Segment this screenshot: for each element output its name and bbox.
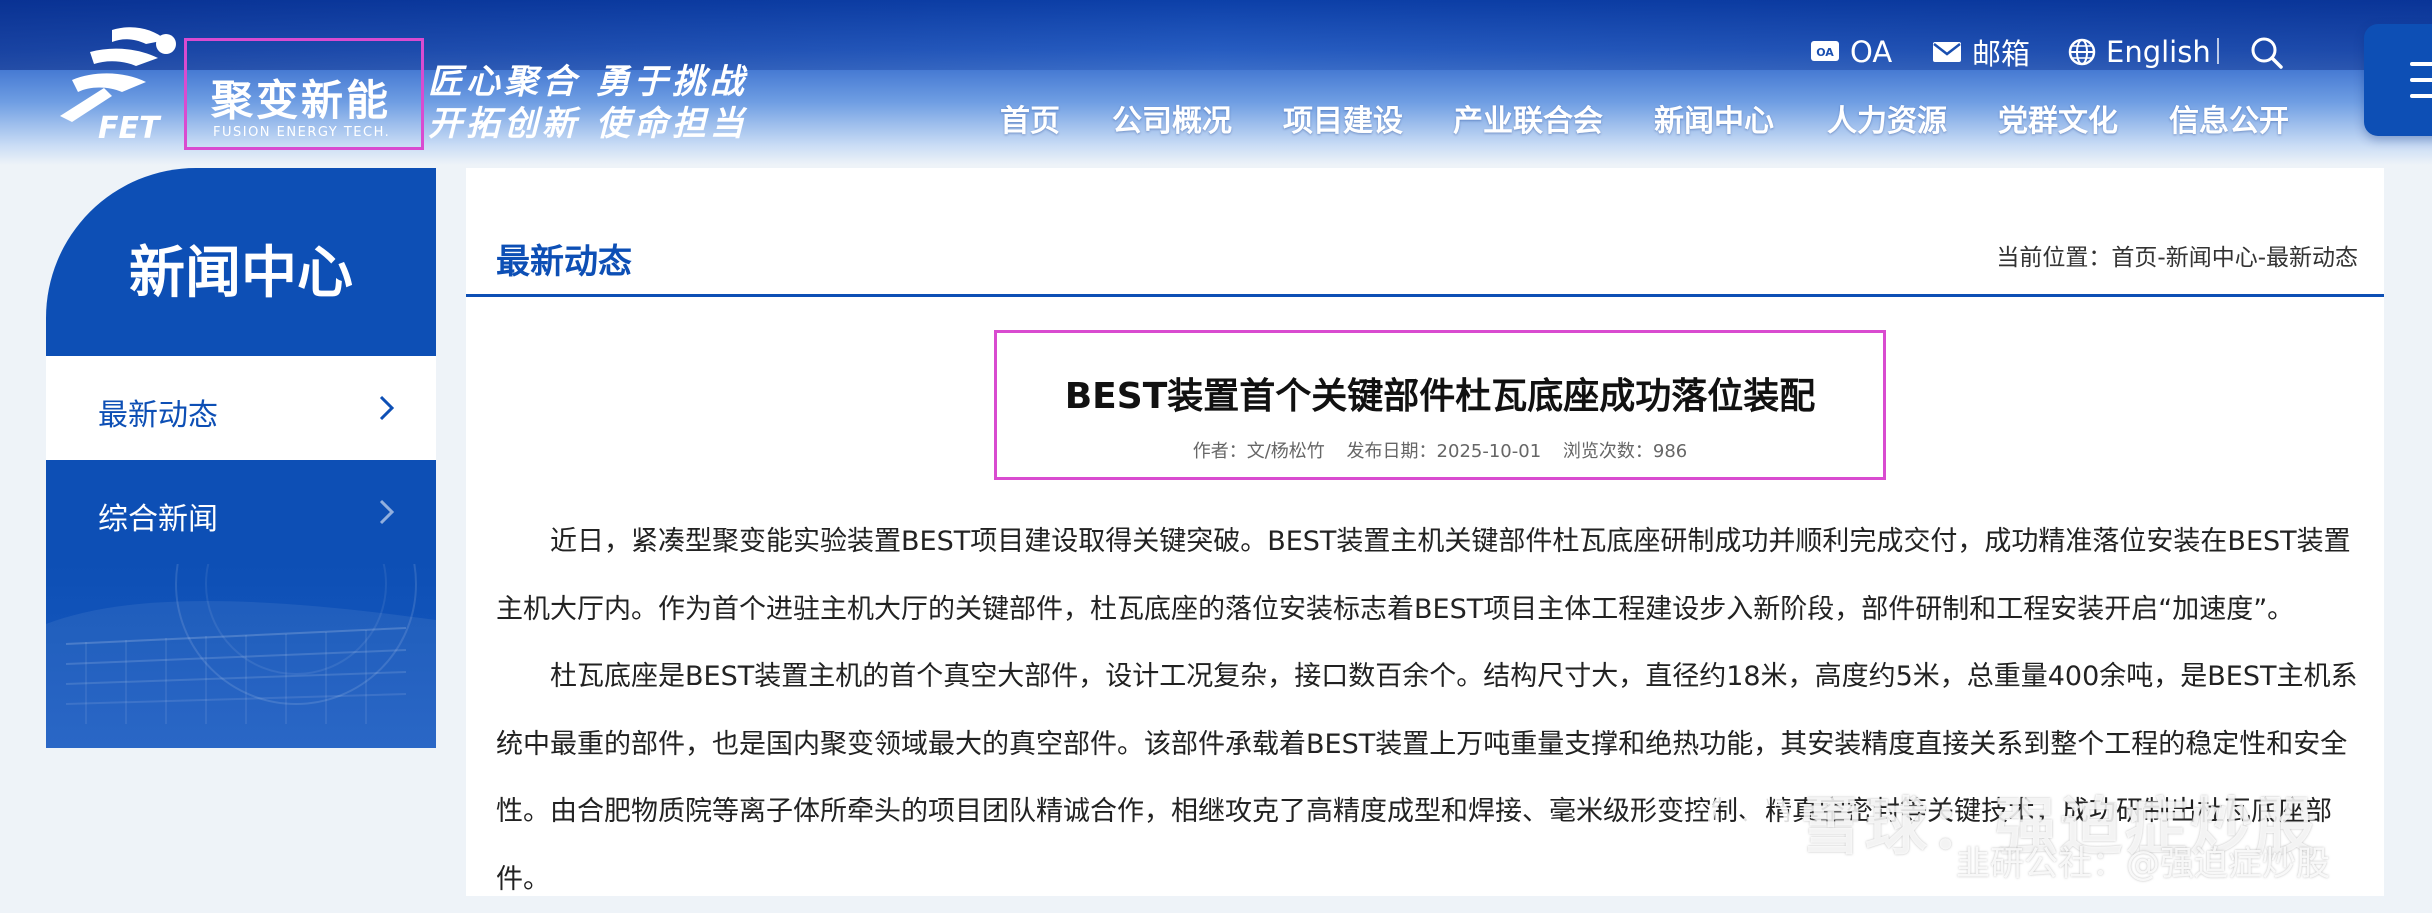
menu-icon-bar	[2410, 62, 2432, 66]
english-link[interactable]: English	[2068, 30, 2211, 74]
building-illustration-icon	[46, 564, 436, 748]
util-divider	[2217, 38, 2219, 64]
nav-item-home[interactable]: 首页	[1000, 96, 1060, 140]
breadcrumb: 当前位置：首页-新闻中心-最新动态	[1996, 245, 2358, 271]
site-header: FET 聚变新能 FUSION ENERGY TECH. 匠心聚合 勇于挑战 开…	[0, 0, 2432, 165]
logo-english-name: FUSION ENERGY TECH.	[213, 125, 391, 140]
sidebar-title: 新闻中心	[129, 241, 353, 306]
article-paragraph: 近日，紧凑型聚变能实验装置BEST项目建设取得关键突破。BEST装置主机关键部件…	[496, 526, 2351, 625]
nav-item-company[interactable]: 公司概况	[1112, 96, 1232, 140]
svg-text:OA: OA	[1816, 46, 1834, 59]
nav-item-hr[interactable]: 人力资源	[1827, 96, 1947, 140]
mail-label: 邮箱	[1972, 37, 2031, 71]
oa-link[interactable]: OA OA	[1810, 30, 1892, 74]
fet-logo-icon[interactable]: FET	[42, 22, 192, 142]
nav-item-party[interactable]: 党群文化	[1998, 96, 2118, 140]
article-meta: 作者：文/杨松竹 发布日期：2025-10-01 浏览次数：986	[997, 437, 1883, 463]
sidebar-item-general-news[interactable]: 综合新闻	[46, 460, 436, 564]
english-label: English	[2106, 35, 2211, 69]
watermark-subtext: 韭研公社：@强迫症炒股	[1956, 844, 2330, 884]
nav-item-alliance[interactable]: 产业联合会	[1453, 96, 1603, 140]
mail-icon	[1933, 42, 1961, 62]
sidebar-decoration	[46, 564, 436, 748]
sidebar-header: 新闻中心	[46, 168, 436, 356]
article-date: 发布日期：2025-10-01	[1346, 441, 1542, 462]
nav-item-news[interactable]: 新闻中心	[1654, 96, 1774, 140]
chevron-right-icon	[379, 395, 395, 421]
search-icon[interactable]	[2250, 36, 2284, 70]
menu-icon-bar	[2410, 78, 2432, 82]
svg-text:FET: FET	[98, 111, 162, 142]
article-author: 作者：文/杨松竹	[1192, 441, 1325, 462]
nav-item-projects[interactable]: 项目建设	[1283, 96, 1403, 140]
sidebar-item-latest-news[interactable]: 最新动态	[46, 356, 436, 460]
slogan-line-2: 开拓创新 使命担当	[428, 104, 748, 144]
oa-icon: OA	[1811, 41, 1839, 61]
logo-text-box[interactable]: 聚变新能 FUSION ENERGY TECH.	[184, 38, 424, 150]
article-title: BEST装置首个关键部件杜瓦底座成功落位装配	[1064, 376, 1816, 417]
globe-icon	[2068, 38, 2096, 66]
oa-label: OA	[1850, 35, 1893, 69]
nav-item-disclosure[interactable]: 信息公开	[2169, 96, 2289, 140]
section-title: 最新动态	[496, 242, 632, 282]
section-divider	[466, 294, 2384, 297]
menu-icon-bar	[2410, 94, 2432, 98]
article-header-box: BEST装置首个关键部件杜瓦底座成功落位装配 作者：文/杨松竹 发布日期：202…	[994, 330, 1886, 480]
sidebar-item-label: 最新动态	[98, 398, 218, 433]
chevron-right-icon	[379, 499, 395, 525]
mail-link[interactable]: 邮箱	[1932, 30, 2030, 74]
article-views: 浏览次数：986	[1562, 441, 1688, 462]
watermark-logo-icon	[1708, 782, 1790, 864]
logo-chinese-name: 聚变新能	[211, 76, 392, 125]
menu-button[interactable]	[2364, 24, 2432, 136]
sidebar-item-label: 综合新闻	[98, 502, 218, 537]
